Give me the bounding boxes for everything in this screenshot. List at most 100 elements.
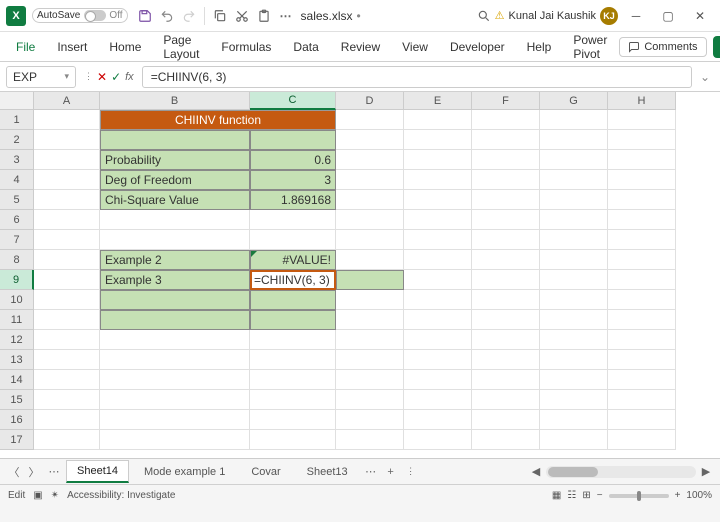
row-head[interactable]: 8 [0,250,34,270]
cell[interactable] [540,210,608,230]
cell[interactable] [250,310,336,330]
user-account[interactable]: ⚠ Kunal Jai Kaushik KJ [495,7,618,25]
tab-view[interactable]: View [392,35,438,59]
cell[interactable] [472,270,540,290]
col-head-g[interactable]: G [540,92,608,110]
cell[interactable] [336,350,404,370]
scroll-left-icon[interactable]: ◀ [528,464,544,480]
cell[interactable] [472,170,540,190]
cell[interactable] [608,290,676,310]
sheet-tab[interactable]: Sheet13 [296,461,359,483]
cell-header[interactable]: CHIINV function [100,110,336,130]
cell[interactable] [472,390,540,410]
cell[interactable] [336,430,404,450]
cell[interactable] [472,410,540,430]
cell[interactable]: Example 3 [100,270,250,290]
tab-developer[interactable]: Developer [440,35,515,59]
cell[interactable] [336,170,404,190]
undo-icon[interactable] [158,7,176,25]
cell[interactable] [404,290,472,310]
cell[interactable] [404,350,472,370]
cell[interactable] [540,370,608,390]
row-head[interactable]: 13 [0,350,34,370]
cell[interactable] [34,330,100,350]
cell[interactable] [250,410,336,430]
row-head[interactable]: 5 [0,190,34,210]
cell[interactable]: 3 [250,170,336,190]
scroll-right-icon[interactable]: ▶ [698,464,714,480]
cell[interactable] [34,410,100,430]
cell[interactable] [608,370,676,390]
fx-icon[interactable]: fx [125,71,134,83]
cell[interactable] [608,250,676,270]
name-box[interactable]: EXP ▾ [6,66,76,88]
cell[interactable] [336,110,404,130]
hscroll-thumb[interactable] [548,467,598,477]
cell[interactable]: 1.869168 [250,190,336,210]
cell[interactable] [472,250,540,270]
cell[interactable] [540,190,608,210]
cell[interactable] [608,330,676,350]
cell[interactable] [100,350,250,370]
cell[interactable] [250,290,336,310]
col-head-b[interactable]: B [100,92,250,110]
zoom-in-icon[interactable]: + [675,490,681,501]
cell[interactable] [100,210,250,230]
cell[interactable] [472,150,540,170]
cell[interactable] [336,150,404,170]
cell[interactable] [34,370,100,390]
cell[interactable] [34,190,100,210]
row-head[interactable]: 14 [0,370,34,390]
cell[interactable] [250,230,336,250]
cell[interactable] [100,370,250,390]
tab-data[interactable]: Data [283,35,328,59]
cell[interactable]: Example 2 [100,250,250,270]
cell[interactable] [250,430,336,450]
cell[interactable] [404,250,472,270]
cell[interactable] [540,230,608,250]
cell[interactable] [472,110,540,130]
cell[interactable] [100,130,250,150]
sheet-next-icon[interactable]: 〉 [26,464,42,480]
cell[interactable] [404,130,472,150]
tab-home[interactable]: Home [99,35,151,59]
cell[interactable] [34,230,100,250]
cell[interactable] [608,110,676,130]
share-button[interactable] [713,36,720,58]
cell[interactable] [404,230,472,250]
more-icon[interactable]: ⋯ [277,7,295,25]
cell[interactable] [540,330,608,350]
col-head-a[interactable]: A [34,92,100,110]
cell[interactable] [34,150,100,170]
cell[interactable]: Probability [100,150,250,170]
cell[interactable] [608,190,676,210]
cell[interactable] [404,390,472,410]
view-layout-icon[interactable]: ☷ [567,490,576,501]
view-break-icon[interactable]: ⊞ [582,490,590,501]
cell[interactable] [404,210,472,230]
cell[interactable] [336,330,404,350]
cell[interactable] [608,210,676,230]
row-head[interactable]: 1 [0,110,34,130]
spreadsheet-grid[interactable]: A B C D E F G H 1 CHIINV function 2 3 Pr… [0,92,720,458]
cell[interactable] [100,430,250,450]
row-head[interactable]: 11 [0,310,34,330]
row-head[interactable]: 6 [0,210,34,230]
tab-formulas[interactable]: Formulas [211,35,281,59]
row-head[interactable]: 16 [0,410,34,430]
row-head[interactable]: 9 [0,270,34,290]
cell[interactable] [250,350,336,370]
cell[interactable] [540,390,608,410]
cell[interactable] [34,290,100,310]
search-icon[interactable] [475,7,493,25]
cell[interactable] [336,410,404,430]
cell[interactable] [540,150,608,170]
tab-insert[interactable]: Insert [47,35,97,59]
autosave-toggle[interactable]: AutoSave Off [32,8,128,23]
cell[interactable] [472,210,540,230]
sheet-tab[interactable]: Covar [240,461,291,483]
cell[interactable] [608,230,676,250]
cell[interactable] [34,350,100,370]
sheet-tab-active[interactable]: Sheet14 [66,460,129,483]
col-head-f[interactable]: F [472,92,540,110]
